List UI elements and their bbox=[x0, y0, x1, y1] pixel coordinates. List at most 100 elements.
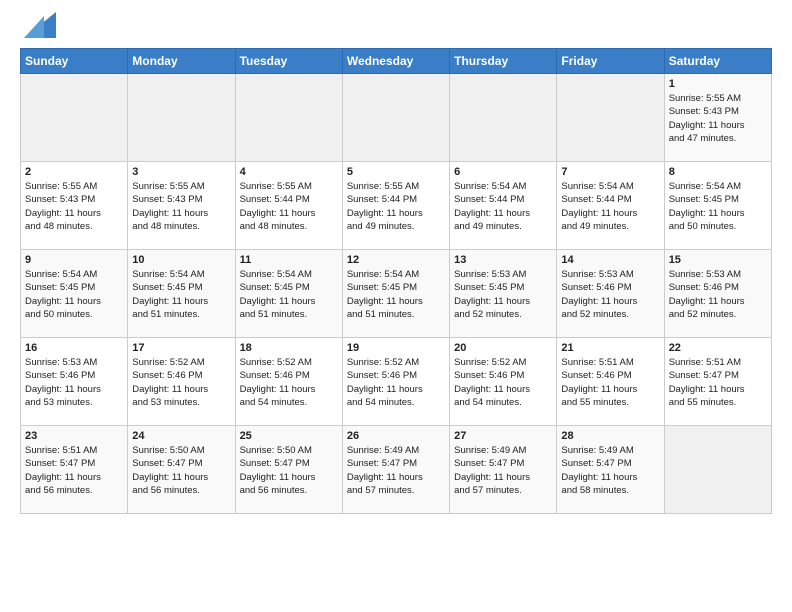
calendar-day-cell: 22 Sunrise: 5:51 AM Sunset: 5:47 PM Dayli… bbox=[664, 338, 771, 426]
calendar-table: SundayMondayTuesdayWednesdayThursdayFrid… bbox=[20, 48, 772, 514]
logo-icon bbox=[24, 12, 56, 38]
calendar-day-cell: 21 Sunrise: 5:51 AM Sunset: 5:46 PM Dayli… bbox=[557, 338, 664, 426]
calendar-day-cell bbox=[235, 74, 342, 162]
day-number: 4 bbox=[240, 166, 338, 178]
calendar-week-row: 1Sunrise: 5:55 AM Sunset: 5:43 PM Daylig… bbox=[21, 74, 772, 162]
weekday-header: Sunday bbox=[21, 49, 128, 74]
calendar-week-row: 2 Sunrise: 5:55 AM Sunset: 5:43 PM Daylig… bbox=[21, 162, 772, 250]
day-number: 8 bbox=[669, 166, 767, 178]
weekday-header: Monday bbox=[128, 49, 235, 74]
calendar-week-row: 23 Sunrise: 5:51 AM Sunset: 5:47 PM Dayli… bbox=[21, 426, 772, 514]
calendar-day-cell bbox=[21, 74, 128, 162]
calendar-day-cell: 1Sunrise: 5:55 AM Sunset: 5:43 PM Daylig… bbox=[664, 74, 771, 162]
calendar-day-cell: 18Sunrise: 5:52 AM Sunset: 5:46 PM Dayli… bbox=[235, 338, 342, 426]
calendar-day-cell: 10Sunrise: 5:54 AM Sunset: 5:45 PM Dayli… bbox=[128, 250, 235, 338]
day-info: Sunrise: 5:54 AM Sunset: 5:45 PM Dayligh… bbox=[132, 268, 230, 321]
calendar-day-cell: 16 Sunrise: 5:53 AM Sunset: 5:46 PM Dayli… bbox=[21, 338, 128, 426]
day-info: Sunrise: 5:49 AM Sunset: 5:47 PM Dayligh… bbox=[347, 444, 445, 497]
page: SundayMondayTuesdayWednesdayThursdayFrid… bbox=[0, 0, 792, 524]
day-info: Sunrise: 5:54 AM Sunset: 5:45 PM Dayligh… bbox=[347, 268, 445, 321]
day-info: Sunrise: 5:51 AM Sunset: 5:46 PM Dayligh… bbox=[561, 356, 659, 409]
calendar-day-cell: 13 Sunrise: 5:53 AM Sunset: 5:45 PM Dayli… bbox=[450, 250, 557, 338]
day-info: Sunrise: 5:54 AM Sunset: 5:45 PM Dayligh… bbox=[669, 180, 767, 233]
day-info: Sunrise: 5:54 AM Sunset: 5:45 PM Dayligh… bbox=[240, 268, 338, 321]
day-number: 3 bbox=[132, 166, 230, 178]
day-number: 13 bbox=[454, 254, 552, 266]
calendar-day-cell: 8 Sunrise: 5:54 AM Sunset: 5:45 PM Daylig… bbox=[664, 162, 771, 250]
weekday-header: Wednesday bbox=[342, 49, 449, 74]
calendar-day-cell bbox=[342, 74, 449, 162]
calendar-week-row: 16 Sunrise: 5:53 AM Sunset: 5:46 PM Dayli… bbox=[21, 338, 772, 426]
day-info: Sunrise: 5:54 AM Sunset: 5:44 PM Dayligh… bbox=[454, 180, 552, 233]
day-info: Sunrise: 5:53 AM Sunset: 5:46 PM Dayligh… bbox=[25, 356, 123, 409]
day-number: 15 bbox=[669, 254, 767, 266]
calendar-day-cell: 26 Sunrise: 5:49 AM Sunset: 5:47 PM Dayli… bbox=[342, 426, 449, 514]
day-number: 17 bbox=[132, 342, 230, 354]
header bbox=[20, 16, 772, 38]
logo bbox=[20, 16, 56, 38]
calendar-day-cell: 2Sunrise: 5:55 AM Sunset: 5:43 PM Daylig… bbox=[21, 162, 128, 250]
calendar-day-cell: 15 Sunrise: 5:53 AM Sunset: 5:46 PM Dayli… bbox=[664, 250, 771, 338]
day-number: 2 bbox=[25, 166, 123, 178]
calendar-day-cell: 12 Sunrise: 5:54 AM Sunset: 5:45 PM Dayli… bbox=[342, 250, 449, 338]
weekday-header: Thursday bbox=[450, 49, 557, 74]
day-info: Sunrise: 5:53 AM Sunset: 5:46 PM Dayligh… bbox=[561, 268, 659, 321]
day-info: Sunrise: 5:55 AM Sunset: 5:44 PM Dayligh… bbox=[240, 180, 338, 233]
day-info: Sunrise: 5:50 AM Sunset: 5:47 PM Dayligh… bbox=[240, 444, 338, 497]
day-info: Sunrise: 5:55 AM Sunset: 5:43 PM Dayligh… bbox=[669, 92, 767, 145]
day-number: 9 bbox=[25, 254, 123, 266]
day-number: 21 bbox=[561, 342, 659, 354]
calendar-day-cell: 14 Sunrise: 5:53 AM Sunset: 5:46 PM Dayli… bbox=[557, 250, 664, 338]
calendar-day-cell bbox=[557, 74, 664, 162]
day-info: Sunrise: 5:52 AM Sunset: 5:46 PM Dayligh… bbox=[132, 356, 230, 409]
calendar-day-cell: 9 Sunrise: 5:54 AM Sunset: 5:45 PM Daylig… bbox=[21, 250, 128, 338]
day-info: Sunrise: 5:54 AM Sunset: 5:45 PM Dayligh… bbox=[25, 268, 123, 321]
day-number: 18 bbox=[240, 342, 338, 354]
calendar-header-row: SundayMondayTuesdayWednesdayThursdayFrid… bbox=[21, 49, 772, 74]
day-number: 14 bbox=[561, 254, 659, 266]
calendar-day-cell: 28 Sunrise: 5:49 AM Sunset: 5:47 PM Dayli… bbox=[557, 426, 664, 514]
calendar-day-cell: 24Sunrise: 5:50 AM Sunset: 5:47 PM Dayli… bbox=[128, 426, 235, 514]
day-info: Sunrise: 5:55 AM Sunset: 5:44 PM Dayligh… bbox=[347, 180, 445, 233]
calendar-day-cell: 11Sunrise: 5:54 AM Sunset: 5:45 PM Dayli… bbox=[235, 250, 342, 338]
day-number: 12 bbox=[347, 254, 445, 266]
weekday-header: Tuesday bbox=[235, 49, 342, 74]
day-info: Sunrise: 5:49 AM Sunset: 5:47 PM Dayligh… bbox=[454, 444, 552, 497]
day-info: Sunrise: 5:54 AM Sunset: 5:44 PM Dayligh… bbox=[561, 180, 659, 233]
calendar-day-cell: 7 Sunrise: 5:54 AM Sunset: 5:44 PM Daylig… bbox=[557, 162, 664, 250]
calendar-day-cell: 19 Sunrise: 5:52 AM Sunset: 5:46 PM Dayli… bbox=[342, 338, 449, 426]
day-number: 24 bbox=[132, 430, 230, 442]
calendar-day-cell: 23 Sunrise: 5:51 AM Sunset: 5:47 PM Dayli… bbox=[21, 426, 128, 514]
day-number: 5 bbox=[347, 166, 445, 178]
day-info: Sunrise: 5:53 AM Sunset: 5:45 PM Dayligh… bbox=[454, 268, 552, 321]
day-number: 6 bbox=[454, 166, 552, 178]
calendar-day-cell: 27 Sunrise: 5:49 AM Sunset: 5:47 PM Dayli… bbox=[450, 426, 557, 514]
day-number: 27 bbox=[454, 430, 552, 442]
day-info: Sunrise: 5:49 AM Sunset: 5:47 PM Dayligh… bbox=[561, 444, 659, 497]
calendar-day-cell bbox=[664, 426, 771, 514]
day-number: 7 bbox=[561, 166, 659, 178]
calendar-day-cell: 20 Sunrise: 5:52 AM Sunset: 5:46 PM Dayli… bbox=[450, 338, 557, 426]
day-info: Sunrise: 5:51 AM Sunset: 5:47 PM Dayligh… bbox=[25, 444, 123, 497]
calendar-day-cell: 6 Sunrise: 5:54 AM Sunset: 5:44 PM Daylig… bbox=[450, 162, 557, 250]
calendar-day-cell: 25Sunrise: 5:50 AM Sunset: 5:47 PM Dayli… bbox=[235, 426, 342, 514]
calendar-week-row: 9 Sunrise: 5:54 AM Sunset: 5:45 PM Daylig… bbox=[21, 250, 772, 338]
day-number: 19 bbox=[347, 342, 445, 354]
calendar-day-cell: 3 Sunrise: 5:55 AM Sunset: 5:43 PM Daylig… bbox=[128, 162, 235, 250]
day-number: 16 bbox=[25, 342, 123, 354]
calendar-day-cell: 4 Sunrise: 5:55 AM Sunset: 5:44 PM Daylig… bbox=[235, 162, 342, 250]
day-number: 22 bbox=[669, 342, 767, 354]
day-info: Sunrise: 5:52 AM Sunset: 5:46 PM Dayligh… bbox=[454, 356, 552, 409]
day-number: 28 bbox=[561, 430, 659, 442]
day-number: 20 bbox=[454, 342, 552, 354]
calendar-day-cell bbox=[128, 74, 235, 162]
day-info: Sunrise: 5:55 AM Sunset: 5:43 PM Dayligh… bbox=[132, 180, 230, 233]
day-info: Sunrise: 5:51 AM Sunset: 5:47 PM Dayligh… bbox=[669, 356, 767, 409]
calendar-day-cell: 5 Sunrise: 5:55 AM Sunset: 5:44 PM Daylig… bbox=[342, 162, 449, 250]
day-number: 23 bbox=[25, 430, 123, 442]
calendar-day-cell bbox=[450, 74, 557, 162]
day-info: Sunrise: 5:53 AM Sunset: 5:46 PM Dayligh… bbox=[669, 268, 767, 321]
day-number: 26 bbox=[347, 430, 445, 442]
calendar-day-cell: 17 Sunrise: 5:52 AM Sunset: 5:46 PM Dayli… bbox=[128, 338, 235, 426]
day-info: Sunrise: 5:52 AM Sunset: 5:46 PM Dayligh… bbox=[347, 356, 445, 409]
